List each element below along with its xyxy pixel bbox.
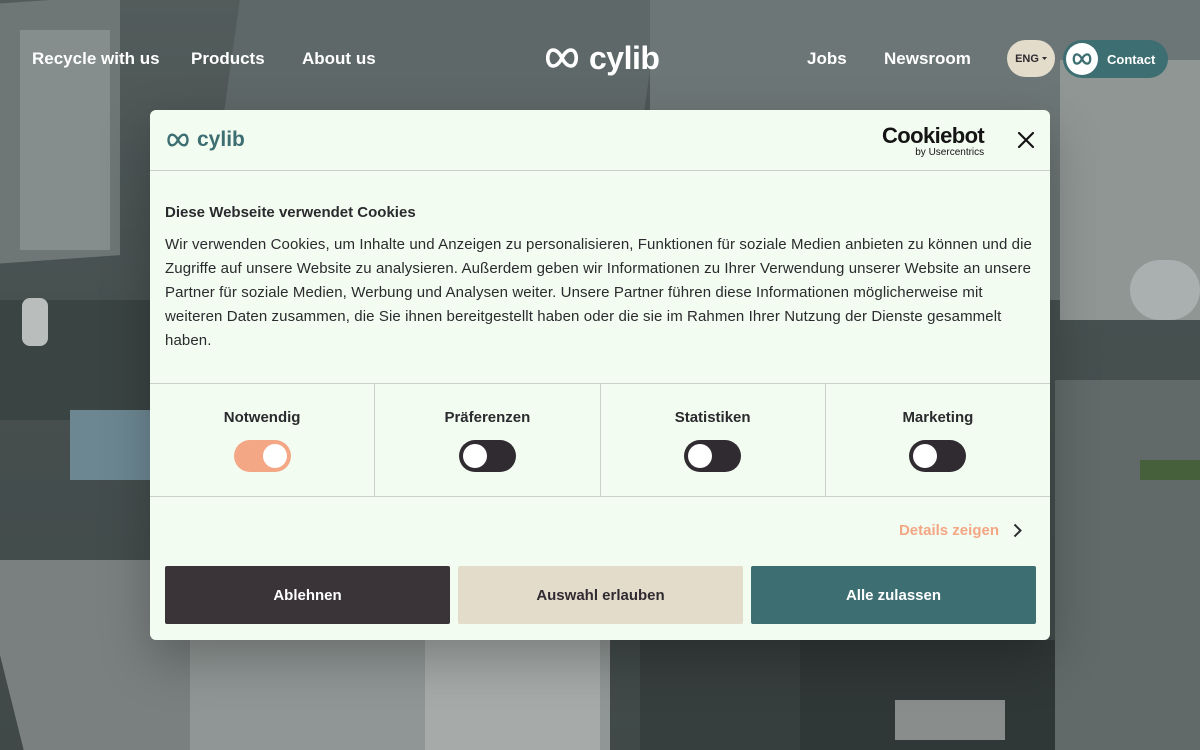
contact-button[interactable]: Contact bbox=[1063, 40, 1168, 78]
category-label: Statistiken bbox=[674, 409, 751, 426]
consent-categories: Notwendig Präferenzen Statistiken Market… bbox=[150, 384, 1050, 497]
show-details-link[interactable]: Details zeigen bbox=[899, 522, 1022, 539]
category-necessary: Notwendig bbox=[150, 384, 376, 496]
toggle-statistics[interactable] bbox=[684, 440, 742, 472]
dialog-description: Wir verwenden Cookies, um Inhalte und An… bbox=[165, 236, 1032, 349]
contact-label: Contact bbox=[1107, 51, 1156, 67]
details-row: Details zeigen bbox=[150, 497, 1050, 566]
category-label: Notwendig bbox=[223, 409, 301, 426]
dialog-body: Diese Webseite verwendet Cookies Wir ver… bbox=[150, 171, 1050, 384]
details-label: Details zeigen bbox=[898, 522, 999, 539]
category-marketing: Marketing bbox=[826, 384, 1050, 496]
infinity-logo-icon bbox=[545, 48, 579, 68]
allow-all-button[interactable]: Alle zulassen bbox=[751, 566, 1036, 624]
dialog-header: cylib Cookiebot by Usercentrics bbox=[150, 110, 1050, 171]
cookiebot-brand: Cookiebot bbox=[882, 123, 985, 148]
dialog-actions: Ablehnen Auswahl erlauben Alle zulassen bbox=[165, 566, 1036, 624]
logo-text: cylib bbox=[589, 40, 660, 76]
nav-jobs[interactable]: Jobs bbox=[807, 48, 847, 70]
nav-products[interactable]: Products bbox=[191, 48, 265, 70]
site-header: Recycle with us Products About us cylib … bbox=[0, 0, 1200, 110]
site-logo[interactable]: cylib bbox=[543, 40, 660, 76]
dialog-logo-text: cylib bbox=[197, 128, 245, 151]
cookiebot-sub: by Usercentrics bbox=[915, 147, 985, 158]
dialog-logo: cylib bbox=[165, 128, 245, 152]
category-label: Präferenzen bbox=[444, 409, 531, 426]
cookiebot-logo[interactable]: Cookiebot by Usercentrics bbox=[882, 123, 985, 159]
category-preferences: Präferenzen bbox=[375, 384, 601, 496]
toggle-marketing[interactable] bbox=[909, 440, 967, 472]
nav-about-us[interactable]: About us bbox=[302, 48, 376, 70]
cookie-consent-dialog: cylib Cookiebot by Usercentrics Diese We… bbox=[150, 110, 1050, 640]
nav-newsroom[interactable]: Newsroom bbox=[884, 48, 971, 70]
close-icon[interactable] bbox=[1014, 128, 1038, 152]
infinity-logo-icon bbox=[167, 133, 189, 147]
category-label: Marketing bbox=[902, 409, 974, 426]
decline-button[interactable]: Ablehnen bbox=[165, 566, 450, 624]
category-statistics: Statistiken bbox=[601, 384, 826, 496]
nav-recycle-with-us[interactable]: Recycle with us bbox=[32, 48, 160, 70]
language-label: ENG bbox=[1015, 52, 1039, 65]
infinity-icon bbox=[1066, 43, 1098, 75]
chevron-right-icon bbox=[1013, 523, 1022, 538]
toggle-preferences[interactable] bbox=[458, 440, 516, 472]
dialog-title: Diese Webseite verwendet Cookies bbox=[165, 204, 416, 221]
allow-selection-button[interactable]: Auswahl erlauben bbox=[458, 566, 743, 624]
chevron-down-icon bbox=[1041, 56, 1047, 60]
toggle-necessary[interactable] bbox=[233, 440, 291, 472]
language-selector[interactable]: ENG bbox=[1007, 40, 1055, 77]
